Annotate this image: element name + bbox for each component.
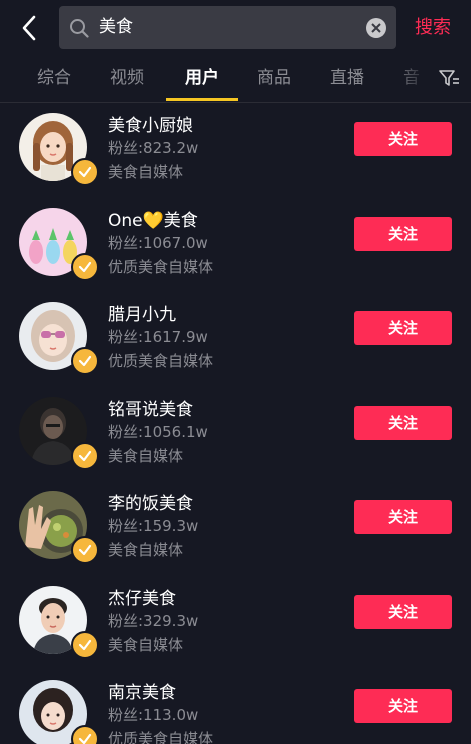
chevron-left-icon	[22, 15, 36, 41]
follow-button[interactable]: 关注	[354, 595, 452, 629]
user-name: 杰仔美食	[108, 589, 176, 609]
user-description: 美食自媒体	[108, 636, 184, 654]
user-description: 优质美食自媒体	[108, 730, 214, 744]
user-description: 美食自媒体	[108, 163, 184, 181]
verified-check-icon	[78, 261, 92, 273]
search-results-page: 美食 搜索 综合 视频 用户 商品 直播 音	[0, 0, 471, 744]
clear-search-button[interactable]	[366, 18, 386, 38]
verified-badge	[71, 725, 99, 744]
tab-users[interactable]: 用户	[185, 56, 219, 100]
user-fans-count: 粉丝:159.3w	[108, 517, 199, 535]
verified-check-icon	[78, 450, 92, 462]
filter-icon[interactable]	[438, 67, 460, 89]
verified-badge	[71, 253, 99, 281]
user-fans-count: 粉丝:1056.1w	[108, 423, 208, 441]
verified-check-icon	[78, 639, 92, 651]
follow-button[interactable]: 关注	[354, 217, 452, 251]
tab-live[interactable]: 直播	[330, 56, 364, 100]
verified-check-icon	[78, 544, 92, 556]
verified-badge	[71, 158, 99, 186]
user-fans-count: 粉丝:1617.9w	[108, 328, 208, 346]
tab-scroll-fade	[390, 56, 430, 100]
user-description: 优质美食自媒体	[108, 352, 214, 370]
verified-check-icon	[78, 733, 92, 744]
user-description: 优质美食自媒体	[108, 258, 214, 276]
verified-badge	[71, 536, 99, 564]
user-row[interactable]: One💛美食 粉丝:1067.0w 优质美食自媒体 关注	[0, 198, 471, 292]
search-submit-button[interactable]: 搜索	[415, 0, 451, 56]
search-header: 美食 搜索	[0, 0, 471, 56]
user-row[interactable]: 杰仔美食 粉丝:329.3w 美食自媒体 关注	[0, 576, 471, 670]
search-icon	[70, 19, 89, 38]
verified-badge	[71, 631, 99, 659]
verified-badge	[71, 442, 99, 470]
user-row[interactable]: 铭哥说美食 粉丝:1056.1w 美食自媒体 关注	[0, 387, 471, 481]
clear-icon	[371, 23, 381, 33]
user-name: 腊月小九	[108, 305, 176, 325]
follow-button[interactable]: 关注	[354, 500, 452, 534]
user-name: One💛美食	[108, 211, 198, 231]
user-name: 南京美食	[108, 683, 176, 703]
search-query-text: 美食	[99, 17, 133, 37]
result-type-tabs: 综合 视频 用户 商品 直播 音	[0, 56, 471, 103]
follow-button[interactable]: 关注	[354, 689, 452, 723]
tab-products[interactable]: 商品	[257, 56, 291, 100]
tab-videos[interactable]: 视频	[110, 56, 144, 100]
verified-check-icon	[78, 355, 92, 367]
back-button[interactable]	[14, 12, 44, 44]
user-name: 铭哥说美食	[108, 400, 193, 420]
tab-comprehensive[interactable]: 综合	[37, 56, 71, 100]
user-name: 美食小厨娘	[108, 116, 193, 136]
user-fans-count: 粉丝:823.2w	[108, 139, 199, 157]
user-row[interactable]: 腊月小九 粉丝:1617.9w 优质美食自媒体 关注	[0, 292, 471, 386]
user-row[interactable]: 李的饭美食 粉丝:159.3w 美食自媒体 关注	[0, 481, 471, 575]
search-input[interactable]: 美食	[59, 6, 396, 49]
verified-badge	[71, 347, 99, 375]
user-name: 李的饭美食	[108, 494, 193, 514]
user-description: 美食自媒体	[108, 541, 184, 559]
active-tab-indicator	[166, 98, 238, 101]
follow-button[interactable]: 关注	[354, 311, 452, 345]
user-row[interactable]: 美食小厨娘 粉丝:823.2w 美食自媒体 关注	[0, 103, 471, 197]
user-description: 美食自媒体	[108, 447, 184, 465]
user-fans-count: 粉丝:113.0w	[108, 706, 199, 724]
user-fans-count: 粉丝:329.3w	[108, 612, 199, 630]
verified-check-icon	[78, 166, 92, 178]
follow-button[interactable]: 关注	[354, 122, 452, 156]
user-row[interactable]: 南京美食 粉丝:113.0w 优质美食自媒体 关注	[0, 670, 471, 744]
follow-button[interactable]: 关注	[354, 406, 452, 440]
user-fans-count: 粉丝:1067.0w	[108, 234, 208, 252]
